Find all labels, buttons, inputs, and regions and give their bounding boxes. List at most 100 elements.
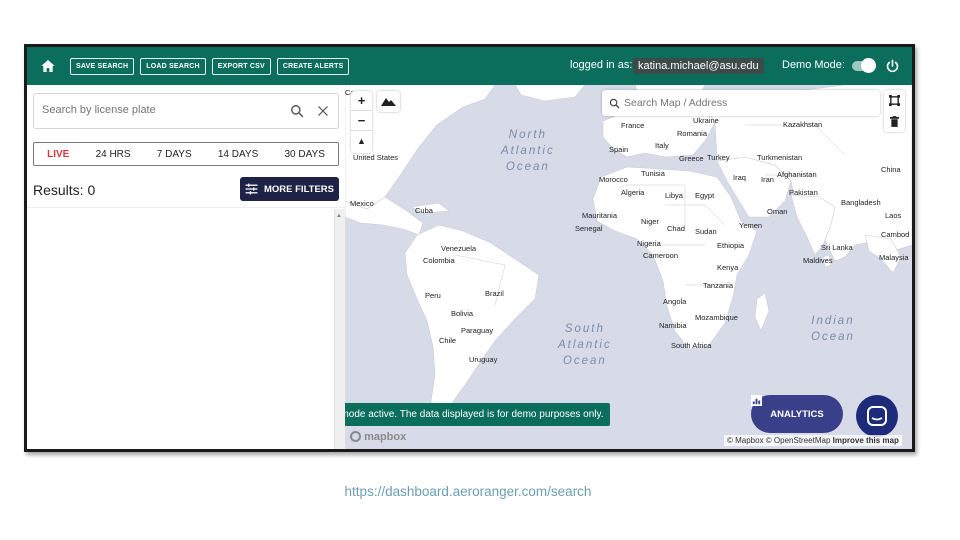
map-label: Laos <box>885 211 902 220</box>
map-label: Chad <box>667 224 685 233</box>
map-label: Niger <box>641 217 659 226</box>
scroll-up-arrow-icon[interactable]: ▲ <box>336 213 342 219</box>
map-address-search-input[interactable] <box>624 97 864 109</box>
page-url-caption: https://dashboard.aeroranger.com/search <box>344 484 592 499</box>
map-label: Greece <box>679 154 704 163</box>
map-label: Romania <box>677 129 708 138</box>
results-count: Results: 0 <box>33 182 96 198</box>
map-label: France <box>621 121 645 130</box>
bar-chart-icon <box>751 395 762 406</box>
map-label: China <box>881 165 901 174</box>
divider <box>27 207 345 208</box>
map-label: Senegal <box>575 224 603 233</box>
draw-tools <box>884 90 905 132</box>
create-alerts-button[interactable]: CREATE ALERTS <box>276 57 350 75</box>
map-label: Bolivia <box>451 309 474 318</box>
map-label: Uruguay <box>469 355 498 364</box>
user-email: katina.michael@asu.edu <box>633 58 764 74</box>
load-search-button[interactable]: LOAD SEARCH <box>140 57 206 75</box>
map-label: Ethiopia <box>717 241 745 250</box>
more-filters-button[interactable]: MORE FILTERS <box>240 177 339 201</box>
map-label: Pakistan <box>789 188 818 197</box>
map-label: Kenya <box>717 263 739 272</box>
ocean-label-south-atlantic: South Atlantic Ocean <box>558 323 612 367</box>
zoom-controls: + − ▲ <box>351 91 372 153</box>
map-label: Mauritania <box>582 211 618 220</box>
license-plate-search <box>33 93 339 129</box>
map-address-search <box>602 90 880 116</box>
export-csv-button[interactable]: EXPORT CSV <box>211 57 271 75</box>
trash-icon[interactable] <box>890 116 899 127</box>
map-label: Chile <box>439 336 457 345</box>
map-label: Yemen <box>739 221 763 230</box>
logged-in-label: logged in as: <box>570 59 633 71</box>
map-attribution: © Mapbox © OpenStreetMap Improve this ma… <box>724 435 902 446</box>
power-icon[interactable] <box>885 59 900 74</box>
map-label: Bangladesh <box>841 198 881 207</box>
mapbox-logo-text: mapbox <box>364 431 407 443</box>
map-label: Brazil <box>485 289 504 298</box>
top-navbar: SAVE SEARCH LOAD SEARCH EXPORT CSV CREAT… <box>27 47 912 85</box>
save-search-button[interactable]: SAVE SEARCH <box>70 57 135 75</box>
map-label: Cambod <box>881 230 910 239</box>
search-icon[interactable] <box>609 98 620 109</box>
time-filter-live[interactable]: LIVE <box>47 149 69 160</box>
map-label: Malaysia <box>879 253 909 262</box>
zoom-out-button[interactable]: − <box>351 111 372 131</box>
ocean-label-indian: Indian Ocean <box>811 315 855 343</box>
map-label: Spain <box>609 145 629 154</box>
time-filter-30days[interactable]: 30 DAYS <box>284 149 324 160</box>
time-range-selector: LIVE 24 HRS 7 DAYS 14 DAYS 30 DAYS <box>33 142 339 166</box>
license-plate-search-input[interactable] <box>42 104 272 116</box>
map-label: Cameroon <box>643 251 679 260</box>
map-label: South Africa <box>671 341 712 350</box>
map-label: United States <box>353 153 399 162</box>
map-view[interactable]: North Atlantic Ocean South Atlantic Ocean In… <box>345 85 912 449</box>
time-filter-14days[interactable]: 14 DAYS <box>218 149 258 160</box>
compass-button[interactable]: ▲ <box>351 131 372 151</box>
map-label: Angola <box>663 297 687 306</box>
analytics-button[interactable]: ANALYTICS <box>751 395 843 433</box>
zoom-in-button[interactable]: + <box>351 91 372 111</box>
terrain-style-button[interactable] <box>377 91 400 112</box>
map-label: Libya <box>665 191 683 200</box>
map-label: Ukraine <box>693 116 719 125</box>
map-label: Turkmenistan <box>757 153 803 162</box>
map-label: Egypt <box>695 191 715 200</box>
map-label: Cuba <box>415 206 433 215</box>
ocean-label-north-atlantic: North Atlantic Ocean <box>501 129 555 173</box>
time-filter-7days[interactable]: 7 DAYS <box>157 149 192 160</box>
attribution-text[interactable]: © Mapbox © OpenStreetMap <box>727 436 830 445</box>
map-label: Sudan <box>695 227 717 236</box>
map-label: Maldives <box>803 256 833 265</box>
map-label: Afghanistan <box>777 170 817 179</box>
map-label: Venezuela <box>441 244 477 253</box>
mapbox-logo-icon <box>350 431 361 442</box>
map-label: Oman <box>767 207 788 216</box>
map-label: Iran <box>761 175 774 184</box>
map-label: Mexico <box>350 199 374 208</box>
time-filter-24hrs[interactable]: 24 HRS <box>96 149 131 160</box>
improve-map-link[interactable]: Improve this map <box>833 436 899 445</box>
map-label: Algeria <box>621 188 645 197</box>
demo-mode-toggle-knob[interactable] <box>861 58 876 73</box>
mapbox-logo[interactable]: mapbox <box>350 431 406 443</box>
search-icon[interactable] <box>290 104 304 118</box>
map-label: Tanzania <box>703 281 734 290</box>
map-label: Sri Lanka <box>821 243 853 252</box>
more-filters-label: MORE FILTERS <box>263 183 335 195</box>
chat-icon <box>867 406 887 426</box>
results-scrollbar[interactable] <box>334 209 345 449</box>
map-label: Paraguay <box>461 326 494 335</box>
chat-launcher-button[interactable] <box>856 395 898 437</box>
map-label: Kazakhstan <box>783 120 823 129</box>
demo-mode-notice: Demo mode active. The data displayed is … <box>345 403 610 426</box>
home-icon[interactable] <box>40 58 56 74</box>
map-label: Namibia <box>659 321 687 330</box>
map-label: Morocco <box>599 175 628 184</box>
draw-polygon-icon[interactable] <box>889 95 900 106</box>
map-label: Italy <box>655 141 669 150</box>
clear-icon[interactable] <box>317 105 329 117</box>
demo-mode-label: Demo Mode: <box>782 59 845 71</box>
map-label: Tunisia <box>641 169 665 178</box>
